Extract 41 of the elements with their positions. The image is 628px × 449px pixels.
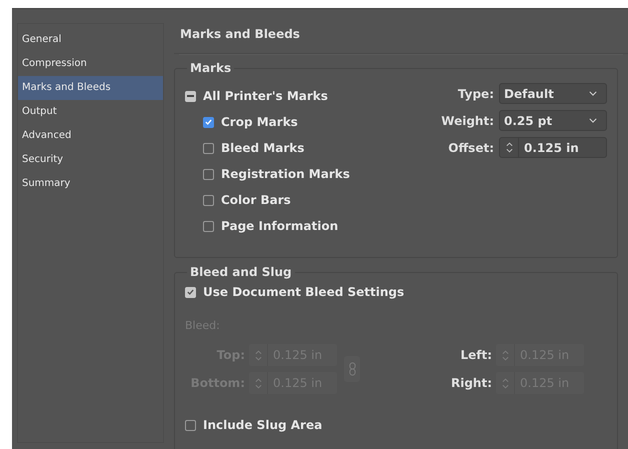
sidebar-item[interactable]: Advanced xyxy=(18,124,163,148)
sidebar-item[interactable]: Compression xyxy=(18,52,163,76)
field-label: Weight: xyxy=(440,114,494,128)
checkbox-label: Registration Marks xyxy=(221,167,350,181)
sidebar-item[interactable]: Security xyxy=(18,148,163,172)
dropdown[interactable]: Default xyxy=(499,83,607,104)
checkbox[interactable] xyxy=(185,90,196,102)
sidebar-item[interactable]: General xyxy=(18,28,163,52)
sidebar-item[interactable]: Marks and Bleeds xyxy=(18,76,163,100)
chain-link-icon xyxy=(348,362,356,376)
checkbox-label: Page Information xyxy=(221,219,338,233)
group-title: Bleed and Slug xyxy=(187,265,295,279)
caret-icon xyxy=(589,118,597,123)
stepper-icon xyxy=(502,376,508,390)
link-button[interactable] xyxy=(344,356,360,382)
spinner-field[interactable]: 0.125 in xyxy=(499,137,607,158)
checkbox[interactable] xyxy=(203,168,214,180)
checkbox-label: Crop Marks xyxy=(221,115,298,129)
field-label: Left: xyxy=(459,348,492,362)
field-label: Right: xyxy=(450,376,492,390)
checkbox-label: Bleed Marks xyxy=(221,141,304,155)
checkbox[interactable] xyxy=(203,142,214,154)
checkbox[interactable] xyxy=(203,220,214,232)
checkbox-label: All Printer's Marks xyxy=(203,89,328,103)
checkbox[interactable] xyxy=(203,116,214,128)
caret-icon xyxy=(589,91,597,96)
checkbox-label: Include Slug Area xyxy=(203,418,322,432)
sidebar-item[interactable]: Output xyxy=(18,100,163,124)
checkbox-label: Color Bars xyxy=(221,193,291,207)
field-label: Type: xyxy=(456,86,494,100)
field-label: Offset: xyxy=(447,140,494,154)
sidebar-item[interactable]: Summary xyxy=(18,172,163,196)
dropdown[interactable]: 0.25 pt xyxy=(499,110,607,131)
section-title: Marks and Bleeds xyxy=(180,26,300,41)
stepper-icon xyxy=(506,141,512,154)
stepper-icon xyxy=(254,376,262,390)
stepper-icon xyxy=(254,348,262,362)
checkbox[interactable] xyxy=(203,194,214,206)
stepper-icon xyxy=(502,348,508,362)
group-title: Marks xyxy=(187,61,234,75)
checkbox-label: Use Document Bleed Settings xyxy=(203,285,404,299)
